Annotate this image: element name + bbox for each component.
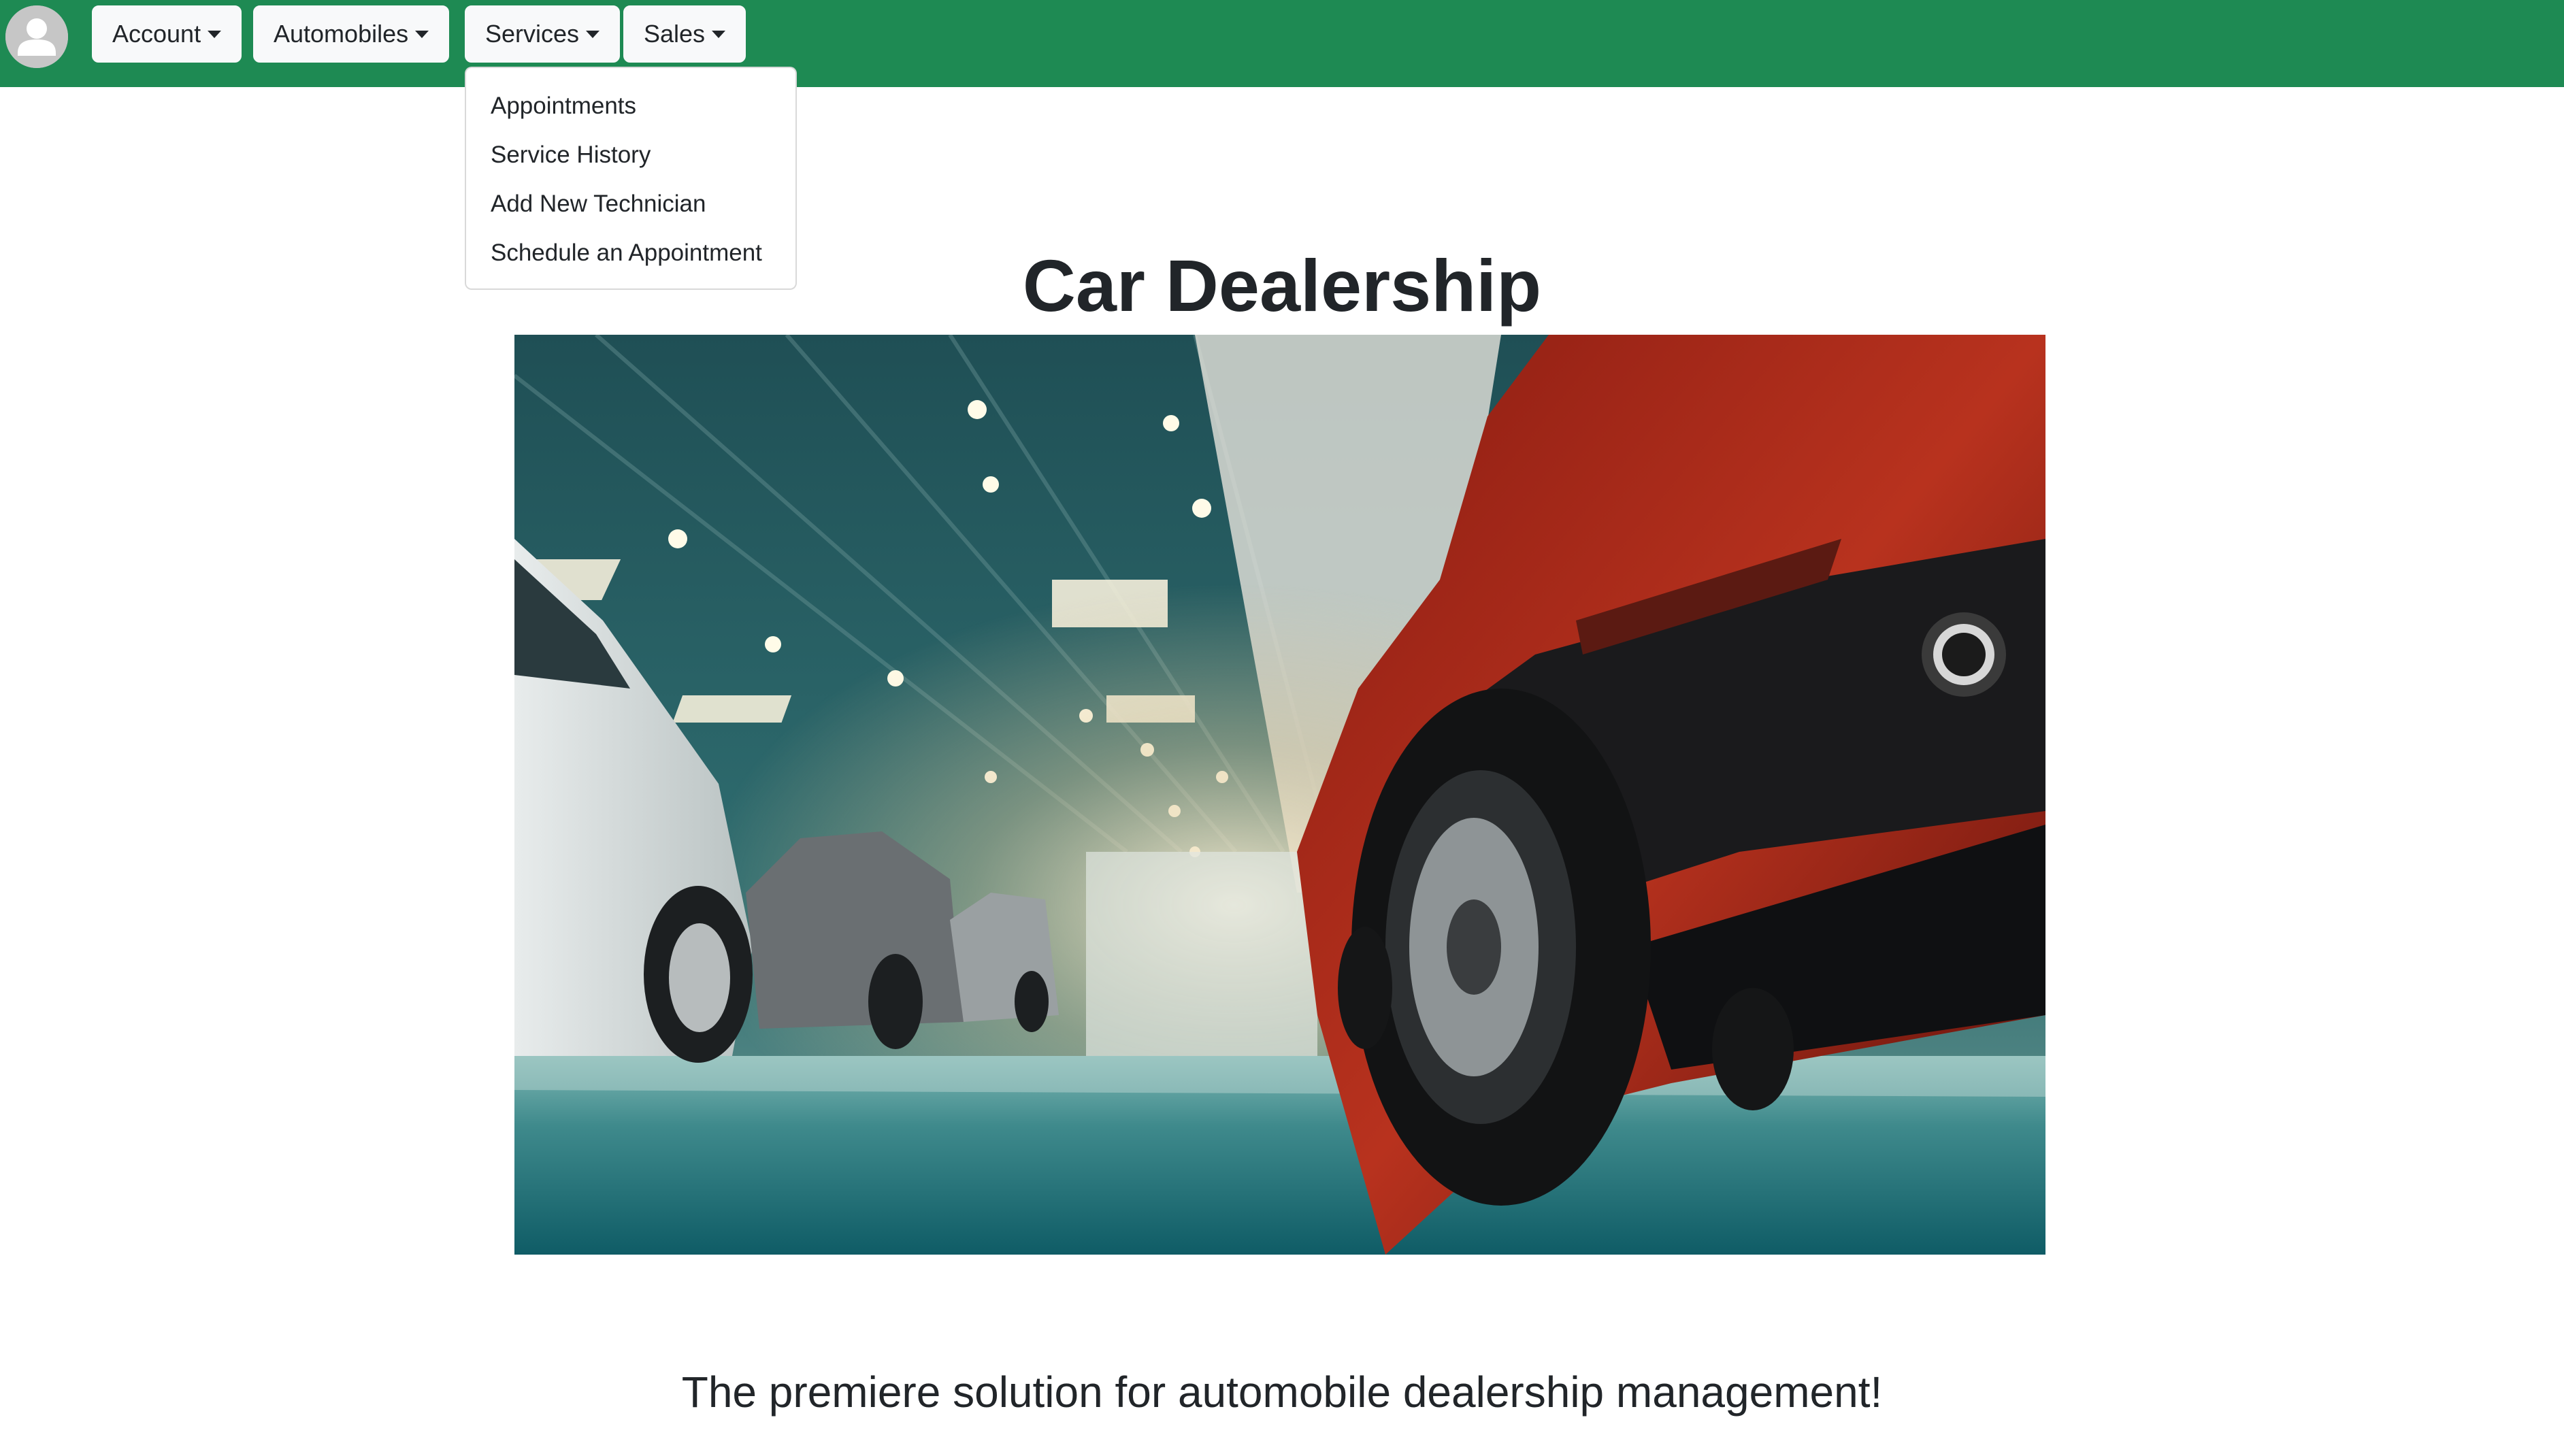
caret-down-icon (712, 31, 726, 38)
user-avatar-icon[interactable] (5, 5, 68, 68)
dropdown-item-service-history[interactable]: Service History (466, 131, 795, 180)
dropdown-item-schedule-appointment[interactable]: Schedule an Appointment (466, 229, 795, 278)
dropdown-item-appointments[interactable]: Appointments (466, 82, 795, 131)
services-menu-button[interactable]: Services (465, 5, 621, 63)
hero-showroom-image (514, 335, 2045, 1255)
automobiles-menu-label: Automobiles (274, 20, 409, 48)
dropdown-item-add-new-technician[interactable]: Add New Technician (466, 180, 795, 229)
page-title: Car Dealership (1022, 244, 1542, 327)
caret-down-icon (208, 31, 222, 38)
automobiles-menu-button[interactable]: Automobiles (253, 5, 450, 63)
top-navbar: Account Automobiles Services Sales (0, 0, 2564, 87)
tagline: The premiere solution for automobile dea… (681, 1368, 1883, 1417)
services-dropdown-menu: Appointments Service History Add New Tec… (465, 67, 797, 290)
sales-menu-button[interactable]: Sales (623, 5, 746, 63)
services-menu-label: Services (485, 20, 580, 48)
sales-menu-label: Sales (644, 20, 706, 48)
account-menu-label: Account (112, 20, 201, 48)
caret-down-icon (415, 31, 429, 38)
account-menu-button[interactable]: Account (92, 5, 242, 63)
caret-down-icon (586, 31, 600, 38)
